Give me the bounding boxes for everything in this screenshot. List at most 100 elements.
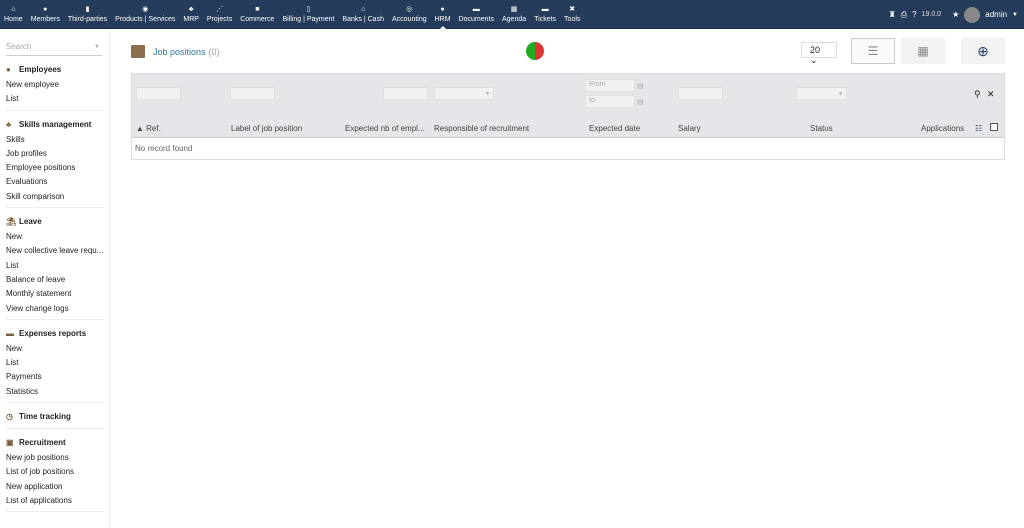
filter-ref[interactable]	[136, 87, 181, 100]
col-ref[interactable]: ▲ Ref.	[136, 124, 161, 133]
filter-label[interactable]	[230, 87, 275, 100]
nav-agenda[interactable]: ▦ Agenda	[498, 0, 530, 29]
nav-label: Commerce	[240, 16, 275, 23]
record-count: (0)	[208, 46, 220, 57]
nav-home[interactable]: ⌂ Home	[0, 0, 27, 29]
user-icon: ●	[6, 65, 11, 74]
nav-label: Agenda	[501, 16, 527, 23]
new-job-position-button[interactable]: ⊕	[961, 38, 1005, 64]
sidebar-item[interactable]: New application	[6, 480, 104, 494]
building-icon: ▮	[85, 6, 90, 13]
bookmark-star-icon[interactable]: ★	[952, 10, 959, 19]
sidebar-item[interactable]: New	[6, 342, 104, 356]
clear-filter-icon[interactable]: ✕	[987, 89, 995, 100]
avatar[interactable]	[964, 6, 981, 23]
sidebar-item[interactable]: Statistics	[6, 385, 104, 399]
col-applications[interactable]: Applications	[921, 124, 964, 133]
select-all-checkbox[interactable]	[990, 123, 998, 131]
sidebar-item[interactable]: Skills	[6, 133, 104, 147]
cubes-icon: ♣	[188, 6, 194, 13]
sidebar-item[interactable]: Evaluations	[6, 175, 104, 189]
sidebar-item[interactable]: Payments	[6, 370, 104, 384]
nav-mrp[interactable]: ♣ MRP	[179, 0, 203, 29]
header-row: ▲ Ref. Label of job position Expected nb…	[132, 119, 1004, 138]
nav-third-parties[interactable]: ▮ Third-parties	[64, 0, 111, 29]
sidebar-section: ● Employees New employee List	[6, 56, 104, 111]
nav-projects[interactable]: ⋰ Projects	[203, 0, 236, 29]
column-selector-icon[interactable]: ☷	[975, 124, 982, 133]
sidebar-item[interactable]: List	[6, 356, 104, 370]
per-page-select[interactable]: 20 ⌄	[801, 42, 837, 65]
sidebar-item[interactable]: Balance of leave	[6, 273, 104, 287]
filter-salary[interactable]	[678, 87, 723, 100]
nav-members[interactable]: ● Members	[27, 0, 64, 29]
filter-status-select[interactable]: ▼	[796, 87, 847, 100]
list-view-button[interactable]: ☰	[851, 38, 895, 64]
calendar-icon[interactable]: ▤	[637, 98, 644, 106]
sidebar-section-title[interactable]: ▬ Expenses reports	[6, 326, 104, 342]
empty-row: No record found	[135, 144, 193, 153]
sidebar-section-title[interactable]: ▣ Recruitment	[6, 435, 104, 451]
clock-icon: ◷	[6, 412, 13, 422]
sidebar-section-title[interactable]: ⛱ Leave	[6, 214, 104, 230]
nav-accounting[interactable]: ◎ Accounting	[388, 0, 431, 29]
search-input[interactable]: Search ▼	[6, 42, 102, 56]
sidebar-section-title[interactable]: ♣ Skills management	[6, 117, 104, 133]
page-title: Job positions (0)	[131, 45, 220, 58]
module-logo	[526, 42, 544, 60]
kanban-view-button[interactable]: ▦	[901, 38, 945, 64]
sidebar-item[interactable]: New employee	[6, 78, 104, 92]
help-icon[interactable]: ?	[912, 10, 916, 19]
sidebar-item[interactable]: Job profiles	[6, 147, 104, 161]
filter-date-from[interactable]: From	[585, 79, 635, 92]
main-nav: ⌂ Home ● Members ▮ Third-parties ◉ Products | S…	[0, 0, 584, 29]
nav-banks-cash[interactable]: ⌂ Banks | Cash	[338, 0, 388, 29]
sidebar-section-title[interactable]: ● Employees	[6, 62, 104, 78]
sidebar-item[interactable]: List of applications	[6, 494, 104, 508]
chevron-down-icon[interactable]: ▼	[1012, 12, 1018, 18]
sidebar-item[interactable]: New	[6, 230, 104, 244]
col-label[interactable]: Label of job position	[231, 124, 302, 133]
sidebar-section: ▬ Expenses reports New List Payments Statisti…	[6, 320, 104, 404]
list-icon: ☰	[867, 44, 879, 58]
col-salary[interactable]: Salary	[678, 124, 701, 133]
sidebar-item[interactable]: New job positions	[6, 451, 104, 465]
sidebar-item[interactable]: Skill comparison	[6, 190, 104, 204]
nav-tools[interactable]: ✖ Tools	[560, 0, 584, 29]
tools-icon: ✖	[569, 6, 576, 13]
filter-row: ▼ From ▤ to ▤ ▼ ⚲ ✕	[132, 74, 1004, 119]
nav-label: Members	[30, 16, 60, 23]
nav-commerce[interactable]: ■ Commerce	[236, 0, 278, 29]
user-menu[interactable]: admin	[985, 10, 1007, 19]
nav-hrm[interactable]: ● HRM	[431, 0, 455, 29]
nav-products-services[interactable]: ◉ Products | Services	[111, 0, 179, 29]
col-status[interactable]: Status	[810, 124, 833, 133]
nav-billing-payment[interactable]: ▯ Billing | Payment	[278, 0, 338, 29]
section-title-text: Recruitment	[19, 438, 66, 448]
calendar-icon[interactable]: ▤	[637, 82, 644, 90]
sidebar-item[interactable]: List	[6, 259, 104, 273]
col-responsible[interactable]: Responsible of recruitment	[434, 124, 529, 133]
col-expected-nb[interactable]: Expected nb of empl...	[345, 124, 425, 133]
sidebar-item[interactable]: New collective leave requ...	[6, 244, 104, 258]
section-title-text: Expenses reports	[19, 328, 87, 338]
recruitment-icon: ▣	[6, 438, 14, 448]
sidebar-item[interactable]: Monthly statement	[6, 287, 104, 301]
col-expected-date[interactable]: Expected date	[589, 124, 640, 133]
sidebar-section-title[interactable]: ◷ Time tracking	[6, 409, 104, 425]
sidebar-item[interactable]: List	[6, 92, 104, 106]
calendar-icon: ▦	[510, 6, 518, 13]
nav-documents[interactable]: ▬ Documents	[455, 0, 498, 29]
filter-responsible-select[interactable]: ▼	[434, 87, 494, 100]
nav-tickets[interactable]: ▬ Tickets	[530, 0, 560, 29]
section-title-text: Time tracking	[19, 412, 71, 422]
filter-expected-nb[interactable]	[383, 87, 428, 100]
sitemap-icon[interactable]: ♜	[889, 10, 896, 19]
sidebar-item[interactable]: View change logs	[6, 302, 104, 316]
expense-icon: ▬	[6, 328, 14, 338]
filter-date-to[interactable]: to	[585, 95, 635, 108]
search-icon[interactable]: ⚲	[974, 89, 981, 100]
print-icon[interactable]: ⎙	[901, 10, 907, 20]
sidebar-item[interactable]: Employee positions	[6, 161, 104, 175]
sidebar-item[interactable]: List of job positions	[6, 465, 104, 479]
